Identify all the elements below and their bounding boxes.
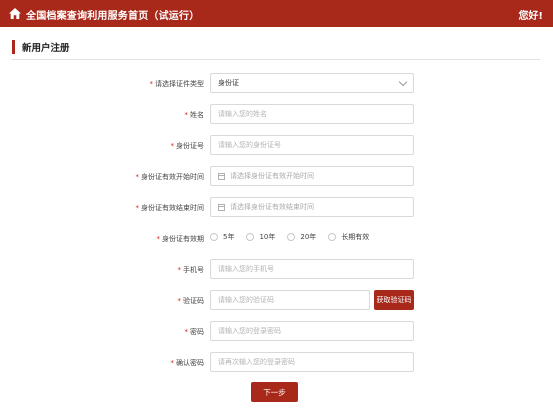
id-end-label: * 身份证有效结束时间 [135,204,205,212]
validity-option-10y[interactable]: 10年 [246,232,275,242]
password-label: * 密码 [184,328,205,336]
code-input[interactable] [210,290,370,310]
radio-icon[interactable] [287,233,296,241]
radio-icon[interactable] [328,233,337,241]
phone-input[interactable] [210,259,414,279]
id-start-placeholder: 请选择身份证有效开始时间 [230,172,314,180]
id-start-date-picker[interactable]: 请选择身份证有效开始时间 [210,166,414,186]
doc-type-value: 身份证 [218,79,239,87]
name-input[interactable] [210,104,414,124]
doc-type-label: * 请选择证件类型 [149,80,205,88]
phone-label: * 手机号 [177,266,205,274]
name-label: * 姓名 [184,111,205,119]
divider [12,59,540,60]
page-title: 新用户注册 [22,43,70,54]
validity-radio-group: 5年 10年 20年 长期有效 [210,232,381,242]
validity-option-20y[interactable]: 20年 [287,232,316,242]
radio-icon[interactable] [246,233,255,241]
top-bar: 全国档案查询利用服务首页（试运行） 您好! [0,0,553,27]
calendar-icon [218,172,225,180]
validity-option-permanent[interactable]: 长期有效 [328,232,369,242]
section-accent-bar [12,40,15,54]
user-greeting[interactable]: 您好! [518,7,543,22]
section-header: 新用户注册 [12,40,70,54]
next-step-button[interactable]: 下一步 [251,382,298,402]
id-end-placeholder: 请选择身份证有效结束时间 [230,203,314,211]
doc-type-select[interactable]: 身份证 [210,73,414,93]
code-label: * 验证码 [177,297,205,305]
confirm-password-input[interactable] [210,352,414,372]
validity-label: * 身份证有效期 [156,235,205,243]
home-icon[interactable] [9,8,21,19]
get-code-button[interactable]: 获取验证码 [374,290,414,310]
validity-option-5y[interactable]: 5年 [210,232,234,242]
id-number-label: * 身份证号 [170,142,205,150]
id-start-label: * 身份证有效开始时间 [135,173,205,181]
site-title[interactable]: 全国档案查询利用服务首页（试运行） [26,7,199,22]
confirm-password-label: * 确认密码 [170,359,205,367]
calendar-icon [218,203,225,211]
chevron-down-icon [398,77,408,86]
radio-icon[interactable] [210,233,218,241]
id-number-input[interactable] [210,135,414,155]
id-end-date-picker[interactable]: 请选择身份证有效结束时间 [210,197,414,217]
password-input[interactable] [210,321,414,341]
